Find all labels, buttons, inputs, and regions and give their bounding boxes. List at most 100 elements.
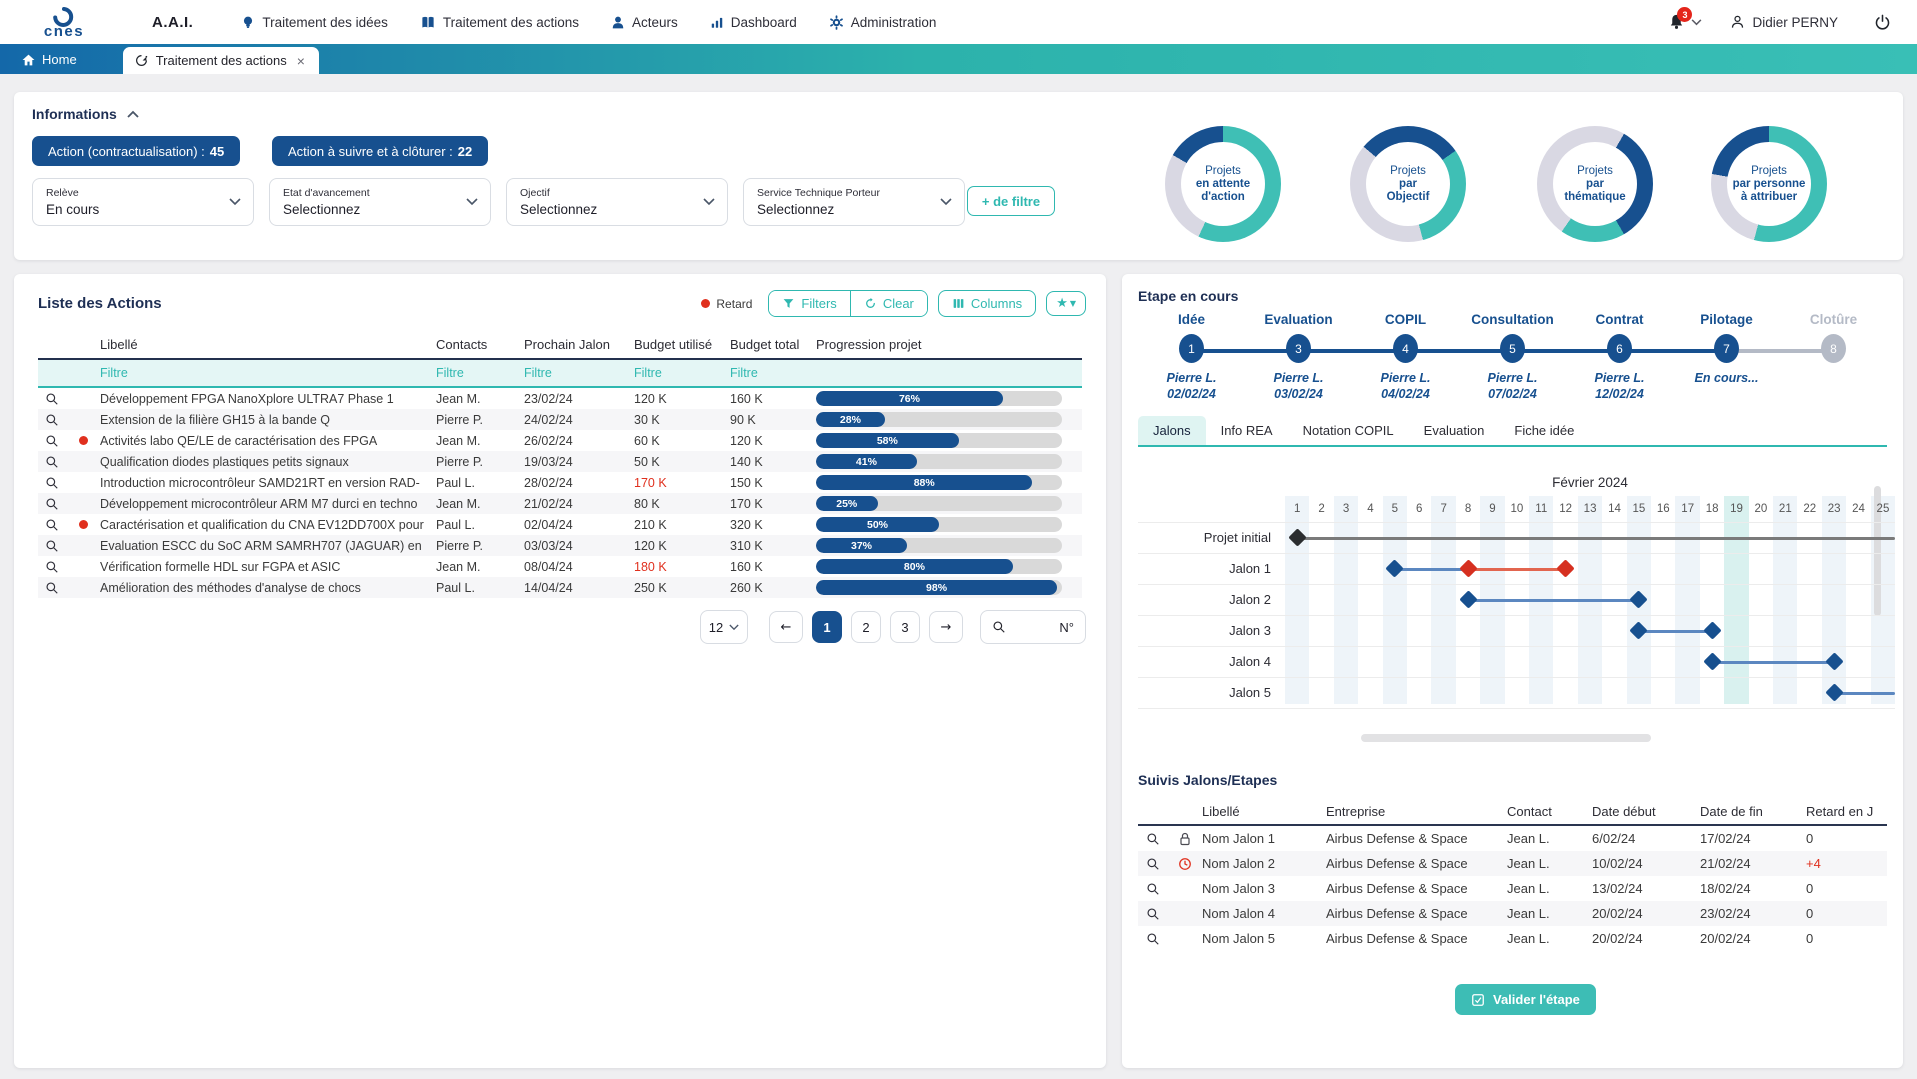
step-evaluation[interactable]: Evaluation3Pierre L.03/02/24 (1245, 312, 1352, 412)
filter-releve[interactable]: Relève En cours (32, 178, 254, 226)
donut-label-line: par (1586, 178, 1604, 191)
gantt-milestone-diamond[interactable] (1825, 652, 1843, 670)
magnifier-icon[interactable] (45, 497, 59, 511)
action-contact: Paul L. (436, 581, 524, 595)
menu-item-acteurs[interactable]: Acteurs (611, 15, 678, 30)
logout-button[interactable] (1874, 14, 1891, 31)
tab-fiche-idee[interactable]: Fiche idée (1499, 416, 1589, 445)
gantt-milestone-diamond[interactable] (1556, 559, 1574, 577)
prev-page-button[interactable]: ← (769, 611, 803, 643)
favorites-button[interactable]: ★▼ (1046, 291, 1086, 316)
menu-item-dashboard[interactable]: Dashboard (710, 15, 797, 30)
table-row[interactable]: Nom Jalon 2Airbus Defense & SpaceJean L.… (1138, 851, 1887, 876)
table-row[interactable]: Vérification formelle HDL sur FGPA et AS… (38, 556, 1082, 577)
table-row[interactable]: Nom Jalon 1Airbus Defense & SpaceJean L.… (1138, 826, 1887, 851)
gantt-milestone-diamond[interactable] (1825, 683, 1843, 701)
page-button-1[interactable]: 1 (812, 611, 842, 643)
page-size-select[interactable]: 12 (700, 610, 748, 644)
filter-service-technique[interactable]: Service Technique Porteur Selectionnez (743, 178, 965, 226)
filter-input[interactable]: Filtre (436, 366, 524, 380)
tab-info-rea[interactable]: Info REA (1206, 416, 1288, 445)
col-budget-total: Budget total (730, 337, 816, 352)
tab-jalons[interactable]: Jalons (1138, 416, 1206, 445)
step-consultation[interactable]: Consultation5Pierre L.07/02/24 (1459, 312, 1566, 412)
columns-icon (952, 297, 965, 310)
step-idée[interactable]: Idée1Pierre L.02/02/24 (1138, 312, 1245, 412)
menu-item-traitement-actions[interactable]: Traitement des actions (420, 15, 579, 30)
magnifier-icon[interactable] (1146, 857, 1160, 871)
stat-action-a-cloturer[interactable]: Action à suivre et à clôturer : 22 (272, 136, 488, 166)
magnifier-icon[interactable] (1146, 832, 1160, 846)
tab-evaluation[interactable]: Evaluation (1409, 416, 1500, 445)
chevron-up-icon[interactable] (127, 110, 139, 118)
tab-traitement-des-actions[interactable]: Traitement des actions × (123, 47, 319, 74)
tab-notation-copil[interactable]: Notation COPIL (1288, 416, 1409, 445)
filter-objectif[interactable]: Ojectif Selectionnez (506, 178, 728, 226)
gantt-day-tick: 21 (1773, 496, 1797, 522)
user-menu[interactable]: Didier PERNY (1730, 14, 1838, 30)
step-clotûre[interactable]: Clotûre8 (1780, 312, 1887, 412)
horizontal-scrollbar[interactable] (1361, 734, 1651, 742)
jalon-entreprise: Airbus Defense & Space (1326, 856, 1507, 871)
table-row[interactable]: Activités labo QE/LE de caractérisation … (38, 430, 1082, 451)
validate-step-button[interactable]: Valider l'étape (1455, 984, 1596, 1015)
gantt-milestone-diamond[interactable] (1288, 528, 1306, 546)
menu-item-traitement-idees[interactable]: Traitement des idées (241, 15, 388, 30)
actions-filter-row[interactable]: Filtre Filtre Filtre Filtre Filtre (38, 360, 1082, 388)
close-icon[interactable]: × (295, 54, 307, 68)
gantt-milestone-diamond[interactable] (1703, 652, 1721, 670)
gantt-milestone-diamond[interactable] (1630, 621, 1648, 639)
magnifier-icon[interactable] (45, 392, 59, 406)
page-button-3[interactable]: 3 (890, 611, 920, 643)
filter-input[interactable]: Filtre (634, 366, 730, 380)
magnifier-icon[interactable] (45, 560, 59, 574)
filter-input[interactable]: Filtre (730, 366, 816, 380)
cnes-logo[interactable]: cnes (34, 7, 94, 37)
magnifier-icon[interactable] (1146, 932, 1160, 946)
table-row[interactable]: Développement microcontrôleur ARM M7 dur… (38, 493, 1082, 514)
number-search-input[interactable]: N° (980, 610, 1086, 644)
clear-button[interactable]: Clear (850, 291, 927, 316)
magnifier-icon[interactable] (45, 434, 59, 448)
table-row[interactable]: Evaluation ESCC du SoC ARM SAMRH707 (JAG… (38, 535, 1082, 556)
filter-input[interactable]: Filtre (100, 366, 436, 380)
magnifier-icon[interactable] (45, 455, 59, 469)
table-row[interactable]: Nom Jalon 4Airbus Defense & SpaceJean L.… (1138, 901, 1887, 926)
magnifier-icon[interactable] (45, 476, 59, 490)
magnifier-icon[interactable] (45, 581, 59, 595)
table-row[interactable]: Extension de la filière GH15 à la bande … (38, 409, 1082, 430)
table-row[interactable]: Amélioration des méthodes d'analyse de c… (38, 577, 1082, 598)
menu-item-administration[interactable]: Administration (829, 15, 937, 30)
table-row[interactable]: Nom Jalon 5Airbus Defense & SpaceJean L.… (1138, 926, 1887, 951)
next-page-button[interactable]: → (929, 611, 963, 643)
gantt-milestone-diamond[interactable] (1386, 559, 1404, 577)
step-pilotage[interactable]: Pilotage7En cours... (1673, 312, 1780, 412)
magnifier-icon[interactable] (45, 413, 59, 427)
table-row[interactable]: Développement FPGA NanoXplore ULTRA7 Pha… (38, 388, 1082, 409)
table-row[interactable]: Nom Jalon 3Airbus Defense & SpaceJean L.… (1138, 876, 1887, 901)
magnifier-icon[interactable] (1146, 907, 1160, 921)
gantt-milestone-diamond[interactable] (1703, 621, 1721, 639)
table-row[interactable]: Caractérisation et qualification du CNA … (38, 514, 1082, 535)
gantt-milestone-diamond[interactable] (1459, 559, 1477, 577)
gantt-milestone-diamond[interactable] (1630, 590, 1648, 608)
gantt-milestone-diamond[interactable] (1459, 590, 1477, 608)
magnifier-icon[interactable] (45, 518, 59, 532)
page-button-2[interactable]: 2 (851, 611, 881, 643)
stat-action-contractualisation[interactable]: Action (contractualisation) : 45 (32, 136, 240, 166)
add-filter-button[interactable]: + de filtre (967, 186, 1055, 216)
filters-button[interactable]: Filters (769, 291, 849, 316)
notifications-button[interactable]: 3 (1668, 13, 1702, 31)
step-copil[interactable]: COPIL4Pierre L.04/02/24 (1352, 312, 1459, 412)
jalon-contact: Jean L. (1507, 931, 1592, 946)
magnifier-icon[interactable] (45, 539, 59, 553)
table-row[interactable]: Introduction microcontrôleur SAMD21RT en… (38, 472, 1082, 493)
filter-input[interactable]: Filtre (524, 366, 634, 380)
columns-button[interactable]: Columns (938, 290, 1036, 317)
home-button[interactable]: Home (22, 52, 77, 67)
magnifier-icon[interactable] (1146, 882, 1160, 896)
step-contrat[interactable]: Contrat6Pierre L.12/02/24 (1566, 312, 1673, 412)
table-row[interactable]: Qualification diodes plastiques petits s… (38, 451, 1082, 472)
jalons-table-body: Nom Jalon 1Airbus Defense & SpaceJean L.… (1138, 826, 1887, 951)
filter-etat-avancement[interactable]: Etat d'avancement Selectionnez (269, 178, 491, 226)
